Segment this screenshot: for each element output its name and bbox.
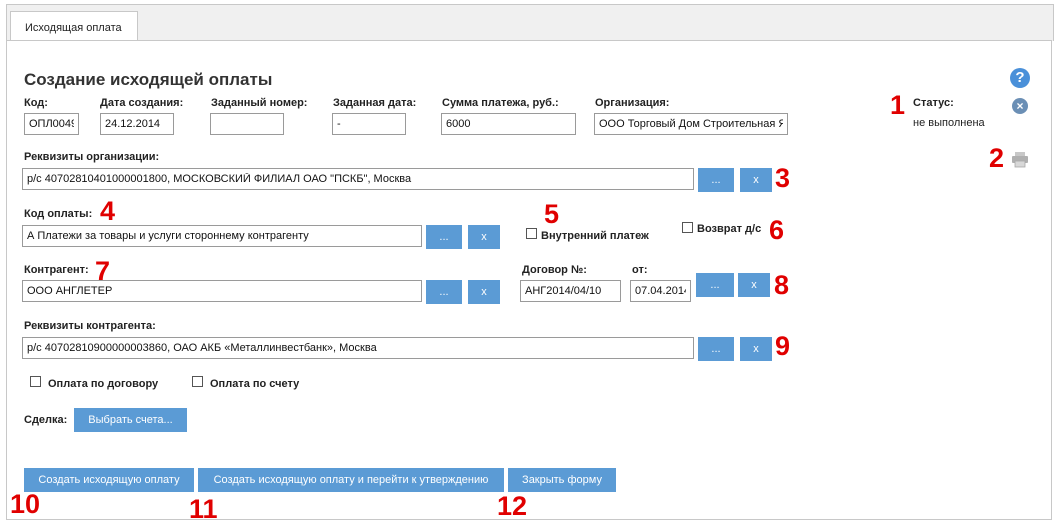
assigned-date-label: Заданная дата: [333,97,417,109]
pay-by-invoice-checkbox[interactable] [192,376,203,387]
counterparty-input[interactable] [22,280,422,302]
select-invoices-button[interactable]: Выбрать счета... [74,408,187,432]
cp-requisites-clear-button[interactable]: x [740,337,772,361]
cp-requisites-input[interactable] [22,337,694,359]
assigned-number-input[interactable] [210,113,284,135]
contract-clear-button[interactable]: x [738,273,770,297]
deal-label: Сделка: [24,414,68,426]
assigned-number-label: Заданный номер: [211,97,308,109]
contract-input[interactable] [520,280,621,302]
created-date-label: Дата создания: [100,97,184,109]
counterparty-clear-button[interactable]: x [468,280,500,304]
marker-6: 6 [769,215,785,245]
contract-date-input[interactable] [630,280,691,302]
status-label: Статус: [913,97,954,109]
amount-input[interactable] [441,113,576,135]
marker-8: 8 [774,270,790,300]
close-icon[interactable]: × [1012,98,1028,114]
organization-label: Организация: [595,97,670,109]
status-value: не выполнена [913,117,985,129]
marker-2: 2 [989,143,1005,173]
amount-label: Сумма платежа, руб.: [442,97,559,109]
pay-by-contract-checkbox[interactable] [30,376,41,387]
print-icon[interactable] [1011,150,1029,168]
help-icon[interactable]: ? [1010,68,1030,88]
marker-10: 10 [10,489,41,519]
marker-5: 5 [544,199,560,229]
pay-by-invoice-label: Оплата по счету [210,378,300,390]
org-requisites-label: Реквизиты организации: [24,151,160,163]
payment-code-clear-button[interactable]: x [468,225,500,249]
marker-1: 1 [890,90,906,120]
cp-requisites-label: Реквизиты контрагента: [24,320,156,332]
internal-payment-label: Внутренний платеж [541,230,649,242]
create-payment-button[interactable]: Создать исходящую оплату [24,468,194,492]
marker-7: 7 [95,256,111,286]
marker-3: 3 [775,163,791,193]
close-form-button[interactable]: Закрыть форму [508,468,616,492]
payment-code-browse-button[interactable]: ... [426,225,462,249]
org-requisites-input[interactable] [22,168,694,190]
counterparty-browse-button[interactable]: ... [426,280,462,304]
tab-label: Исходящая оплата [25,22,122,34]
counterparty-label: Контрагент: [24,264,89,276]
payment-code-input[interactable] [22,225,422,247]
payment-code-label: Код оплаты: [24,208,93,220]
marker-11: 11 [189,494,218,524]
assigned-date-input[interactable] [332,113,406,135]
contract-label: Договор №: [522,264,587,276]
create-and-approve-button[interactable]: Создать исходящую оплату и перейти к утв… [198,468,504,492]
tab-outgoing-payment[interactable]: Исходящая оплата [10,11,138,40]
marker-12: 12 [497,491,528,521]
internal-payment-checkbox[interactable] [526,228,537,239]
created-date-input[interactable] [100,113,174,135]
org-requisites-browse-button[interactable]: ... [698,168,734,192]
organization-input[interactable] [594,113,788,135]
tab-bar [6,4,1054,41]
pay-by-contract-label: Оплата по договору [48,378,159,390]
marker-9: 9 [775,331,791,361]
refund-checkbox[interactable] [682,222,693,233]
code-input[interactable] [24,113,79,135]
contract-browse-button[interactable]: ... [696,273,734,297]
refund-label: Возврат д/с [697,223,762,235]
org-requisites-clear-button[interactable]: x [740,168,772,192]
cp-requisites-browse-button[interactable]: ... [698,337,734,361]
contract-date-label: от: [632,264,648,276]
marker-4: 4 [100,196,116,226]
page-title: Создание исходящей оплаты [24,70,273,89]
code-label: Код: [24,97,48,109]
